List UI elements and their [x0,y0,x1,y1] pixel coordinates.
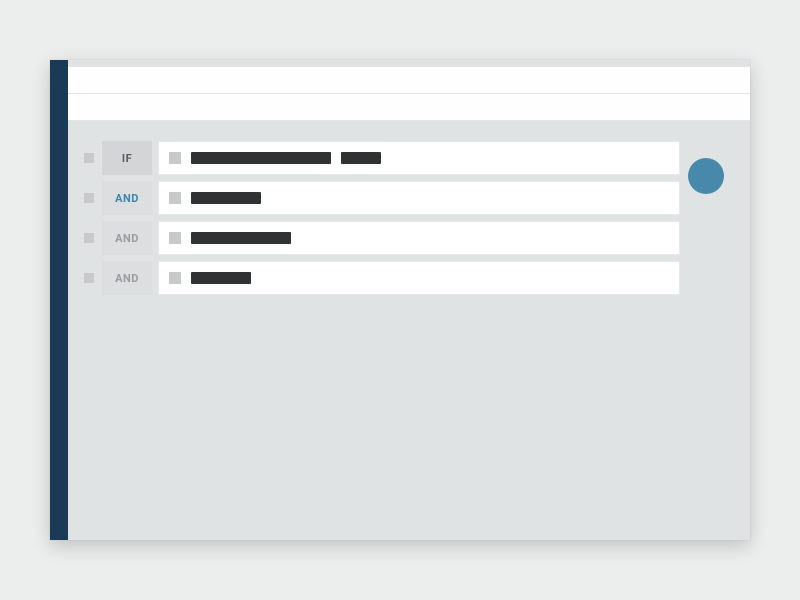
add-rule-fab[interactable] [688,158,724,194]
operator-chip[interactable]: AND [102,221,152,255]
condition-text-placeholder [191,232,291,244]
condition-type-icon [169,232,181,244]
header-row-1 [68,66,750,94]
condition-type-icon [169,152,181,164]
drag-cell [76,181,102,215]
drag-handle-icon[interactable] [84,233,94,243]
condition-field[interactable] [158,181,680,215]
condition-text-placeholder [191,192,261,204]
rule-row: AND [68,261,750,295]
drag-handle-icon[interactable] [84,193,94,203]
operator-chip[interactable]: AND [102,181,152,215]
operator-chip[interactable]: AND [102,261,152,295]
operator-chip[interactable]: IF [102,141,152,175]
rules-list: IF AND AND AND [68,141,750,301]
side-stripe [50,60,68,540]
header-spacer [68,121,750,141]
drag-handle-icon[interactable] [84,153,94,163]
condition-type-icon [169,192,181,204]
drag-handle-icon[interactable] [84,273,94,283]
condition-field[interactable] [158,261,680,295]
condition-text-placeholder [341,152,381,164]
drag-cell [76,261,102,295]
condition-text-placeholder [191,272,251,284]
drag-cell [76,221,102,255]
rule-builder-panel: IF AND AND AND [50,60,750,540]
condition-text-placeholder [191,152,331,164]
condition-field[interactable] [158,221,680,255]
condition-type-icon [169,272,181,284]
drag-cell [76,141,102,175]
rule-row: AND [68,181,750,215]
content-area: IF AND AND AND [68,60,750,540]
header-area [68,60,750,121]
header-row-2 [68,93,750,121]
condition-field[interactable] [158,141,680,175]
rule-row: AND [68,221,750,255]
rule-row: IF [68,141,750,175]
